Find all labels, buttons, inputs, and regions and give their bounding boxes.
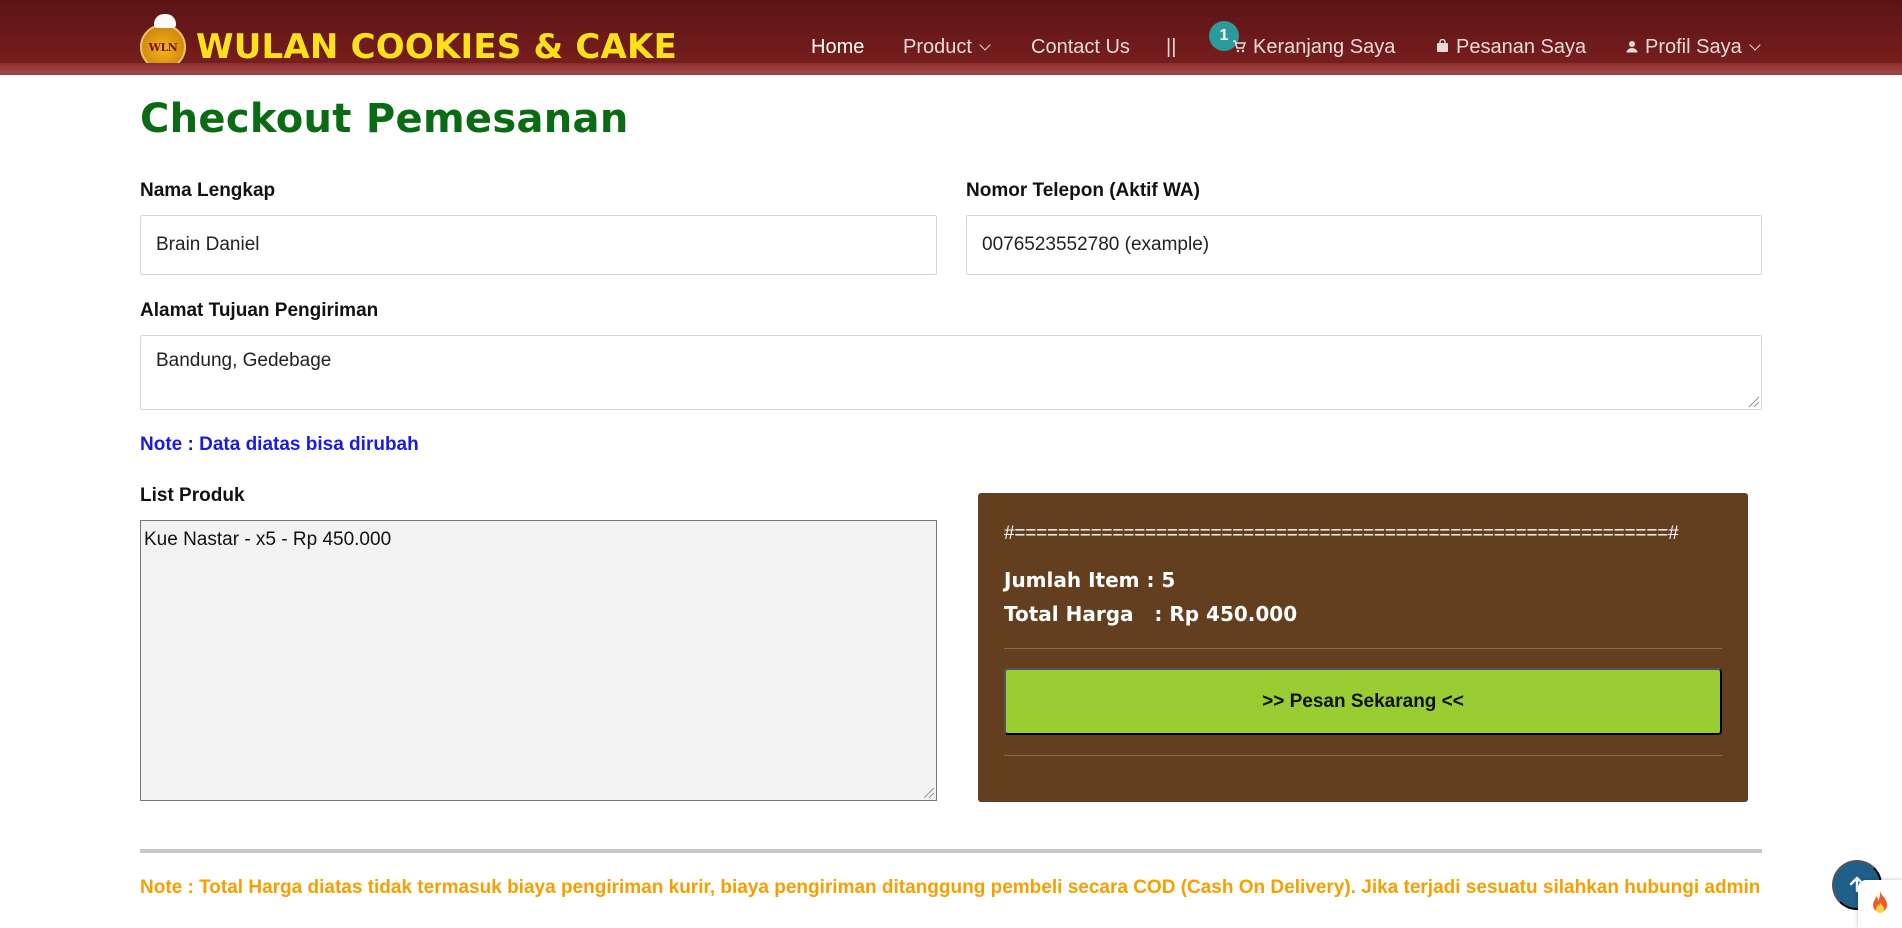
nav-product-label: Product <box>903 36 972 58</box>
summary-divider <box>1004 755 1722 756</box>
top-navbar: WLN WULAN COOKIES & CAKE Home Product Co… <box>0 0 1902 75</box>
shipping-note: Note : Total Harga diatas tidak termasuk… <box>140 877 1761 898</box>
page-title: Checkout Pemesanan <box>140 96 629 142</box>
flame-badge[interactable] <box>1858 880 1902 928</box>
address-textarea[interactable]: Bandung, Gedebage <box>140 335 1762 410</box>
product-list-content: Kue Nastar - x5 - Rp 450.000 <box>144 529 392 550</box>
nav-orders[interactable]: Pesanan Saya <box>1436 36 1586 59</box>
product-list-label: List Produk <box>140 485 245 506</box>
address-label: Alamat Tujuan Pengiriman <box>140 300 379 321</box>
brand-logo: WLN <box>140 14 186 70</box>
nav-orders-label: Pesanan Saya <box>1456 36 1587 58</box>
nav-cart-label: Keranjang Saya <box>1253 36 1396 58</box>
item-count: Jumlah Item : 5 <box>1004 568 1176 592</box>
bag-icon <box>1436 36 1449 59</box>
phone-label: Nomor Telepon (Aktif WA) <box>966 180 1200 201</box>
total-price: Total Harga : Rp 450.000 <box>1004 602 1298 626</box>
resize-handle[interactable] <box>1749 397 1759 407</box>
nav-contact[interactable]: Contact Us <box>1031 36 1130 59</box>
divider <box>140 849 1762 853</box>
logo-text: WLN <box>148 40 178 54</box>
chef-hat-icon <box>154 14 176 28</box>
phone-input[interactable]: 0076523552780 (example) <box>966 215 1762 275</box>
name-label: Nama Lengkap <box>140 180 276 201</box>
brand-name: WULAN COOKIES & CAKE <box>196 27 678 67</box>
cart-icon <box>1232 36 1247 59</box>
nav-product[interactable]: Product <box>903 36 991 59</box>
order-now-button[interactable]: >> Pesan Sekarang << <box>1004 668 1722 735</box>
nav-cart[interactable]: Keranjang Saya <box>1232 36 1395 59</box>
summary-divider <box>1004 648 1722 649</box>
order-summary-panel: #=======================================… <box>978 493 1748 802</box>
chevron-down-icon <box>979 39 991 51</box>
resize-handle[interactable] <box>924 788 934 798</box>
flame-icon <box>1870 890 1890 919</box>
user-icon <box>1626 36 1638 59</box>
address-value: Bandung, Gedebage <box>156 350 332 371</box>
summary-rule: #=======================================… <box>1004 523 1679 544</box>
product-list-textarea: Kue Nastar - x5 - Rp 450.000 <box>140 520 937 801</box>
nav-profile[interactable]: Profil Saya <box>1626 36 1761 59</box>
chevron-down-icon <box>1749 39 1761 51</box>
editable-note: Note : Data diatas bisa dirubah <box>140 434 419 455</box>
name-input[interactable]: Brain Daniel <box>140 215 937 275</box>
nav-separator: || <box>1166 36 1177 58</box>
nav-home[interactable]: Home <box>811 36 864 59</box>
brand[interactable]: WLN WULAN COOKIES & CAKE <box>140 14 678 72</box>
nav-profile-label: Profil Saya <box>1645 36 1742 58</box>
